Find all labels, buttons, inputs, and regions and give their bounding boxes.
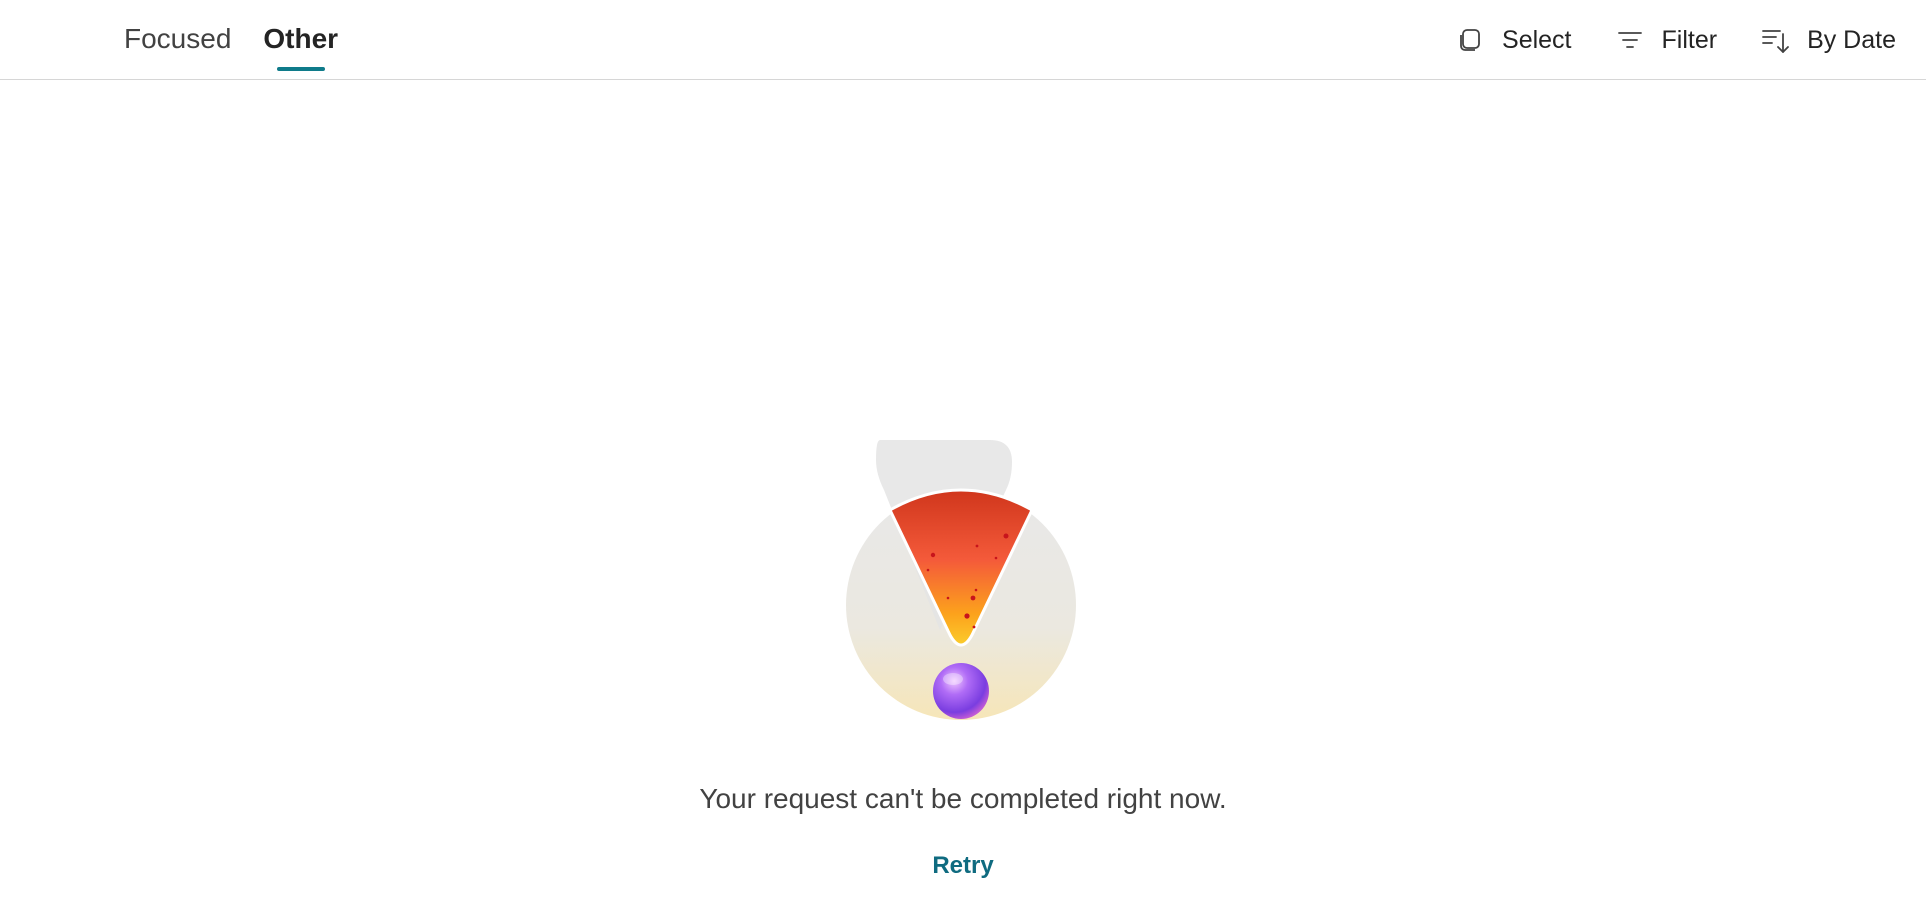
tab-other-label: Other — [263, 23, 339, 54]
select-label: Select — [1502, 25, 1572, 54]
sort-button[interactable]: By Date — [1761, 26, 1896, 55]
tab-other[interactable]: Other — [263, 23, 339, 71]
mail-list-header: Focused Other Select Filter By Date — [0, 0, 1926, 80]
exclamation-warning-illustration — [840, 430, 1090, 730]
sort-label: By Date — [1807, 25, 1896, 54]
tab-focused[interactable]: Focused — [124, 23, 231, 57]
inbox-tabs: Focused Other — [124, 0, 370, 80]
list-toolbar: Select Filter By Date — [1412, 0, 1896, 80]
error-message: Your request can't be completed right no… — [699, 783, 1227, 814]
sort-descending-icon — [1761, 26, 1789, 54]
select-button[interactable]: Select — [1456, 25, 1572, 55]
tab-focused-label: Focused — [124, 23, 232, 54]
retry-button[interactable]: Retry — [932, 852, 993, 879]
select-square-icon — [1456, 26, 1484, 54]
filter-button[interactable]: Filter — [1616, 25, 1718, 55]
filter-lines-icon — [1616, 26, 1644, 54]
retry-container: Retry — [0, 852, 1926, 880]
active-tab-indicator — [276, 67, 325, 71]
filter-label: Filter — [1661, 25, 1718, 54]
